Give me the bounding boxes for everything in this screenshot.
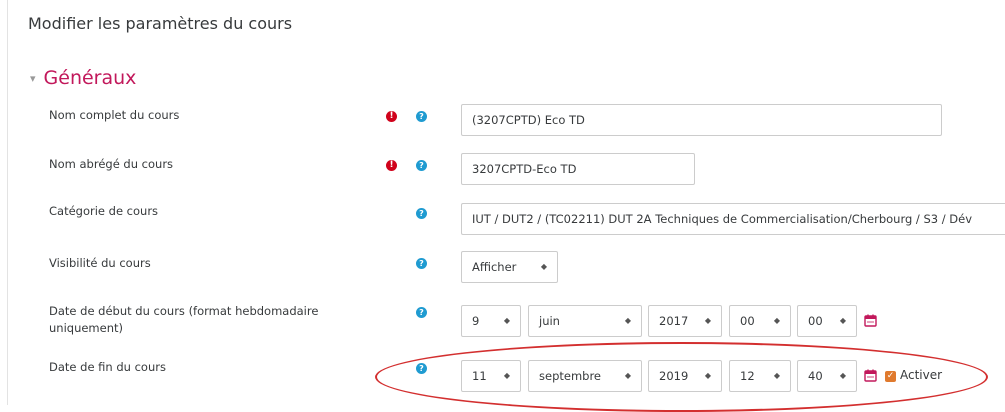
collapse-chevron-icon[interactable]: ▾	[30, 72, 36, 85]
startdate-month-select[interactable]: juin ◆	[528, 305, 642, 337]
help-question-icon[interactable]: ?	[416, 111, 427, 122]
enddate-month-select[interactable]: septembre ◆	[528, 360, 642, 392]
startdate-label: Date de début du cours (format hebdomada…	[49, 304, 319, 335]
enddate-enable-label[interactable]: Activer	[900, 368, 942, 382]
startdate-hour-value: 00	[740, 314, 755, 328]
enddate-minute-select[interactable]: 40 ◆	[797, 360, 857, 392]
startdate-day-select[interactable]: 9 ◆	[461, 305, 521, 337]
help-question-icon[interactable]: ?	[416, 258, 427, 269]
help-question-icon[interactable]: ?	[416, 160, 427, 171]
updown-arrow-icon: ◆	[540, 262, 547, 271]
startdate-month-value: juin	[539, 314, 560, 328]
category-label: Catégorie de cours	[49, 204, 159, 218]
required-exclamation-icon: !	[386, 111, 397, 122]
enddate-day-value: 11	[472, 369, 487, 383]
enddate-hour-value: 12	[740, 369, 755, 383]
enddate-month-value: septembre	[539, 369, 602, 383]
updown-arrow-icon: ◆	[839, 371, 846, 380]
fullname-label: Nom complet du cours	[49, 108, 180, 122]
enddate-minute-value: 40	[808, 369, 823, 383]
help-question-icon[interactable]: ?	[416, 363, 427, 374]
shortname-input[interactable]: 3207CPTD-Eco TD	[461, 153, 695, 185]
visibility-label: Visibilité du cours	[49, 256, 151, 270]
left-divider	[7, 0, 8, 405]
updown-arrow-icon: ◆	[773, 371, 780, 380]
enddate-year-value: 2019	[659, 369, 689, 383]
calendar-icon[interactable]	[864, 314, 877, 327]
required-exclamation-icon: !	[386, 160, 397, 171]
startdate-year-value: 2017	[659, 314, 689, 328]
startdate-minute-select[interactable]: 00 ◆	[797, 305, 857, 337]
updown-arrow-icon: ◆	[773, 316, 780, 325]
enddate-hour-select[interactable]: 12 ◆	[729, 360, 791, 392]
updown-arrow-icon: ◆	[839, 316, 846, 325]
help-question-icon[interactable]: ?	[416, 307, 427, 318]
updown-arrow-icon: ◆	[624, 316, 631, 325]
enddate-year-select[interactable]: 2019 ◆	[648, 360, 722, 392]
page-title: Modifier les paramètres du cours	[28, 14, 293, 33]
section-header-generaux[interactable]: ▾ Généraux	[30, 67, 136, 89]
startdate-day-value: 9	[472, 314, 480, 328]
startdate-year-select[interactable]: 2017 ◆	[648, 305, 722, 337]
updown-arrow-icon: ◆	[503, 371, 510, 380]
enddate-label: Date de fin du cours	[49, 360, 166, 374]
category-select[interactable]: IUT / DUT2 / (TC02211) DUT 2A Techniques…	[461, 203, 1005, 235]
help-question-icon[interactable]: ?	[416, 208, 427, 219]
calendar-icon[interactable]	[864, 369, 877, 382]
shortname-label: Nom abrégé du cours	[49, 157, 174, 171]
updown-arrow-icon: ◆	[704, 316, 711, 325]
startdate-hour-select[interactable]: 00 ◆	[729, 305, 791, 337]
updown-arrow-icon: ◆	[704, 371, 711, 380]
enddate-day-select[interactable]: 11 ◆	[461, 360, 521, 392]
fullname-input[interactable]: (3207CPTD) Eco TD	[461, 104, 942, 136]
updown-arrow-icon: ◆	[624, 371, 631, 380]
visibility-select[interactable]: Afficher ◆	[461, 251, 558, 283]
updown-arrow-icon: ◆	[503, 316, 510, 325]
enddate-enable-checkbox[interactable]: ✓	[885, 371, 896, 382]
section-title: Généraux	[43, 67, 137, 89]
startdate-minute-value: 00	[808, 314, 823, 328]
visibility-select-value: Afficher	[472, 260, 517, 274]
